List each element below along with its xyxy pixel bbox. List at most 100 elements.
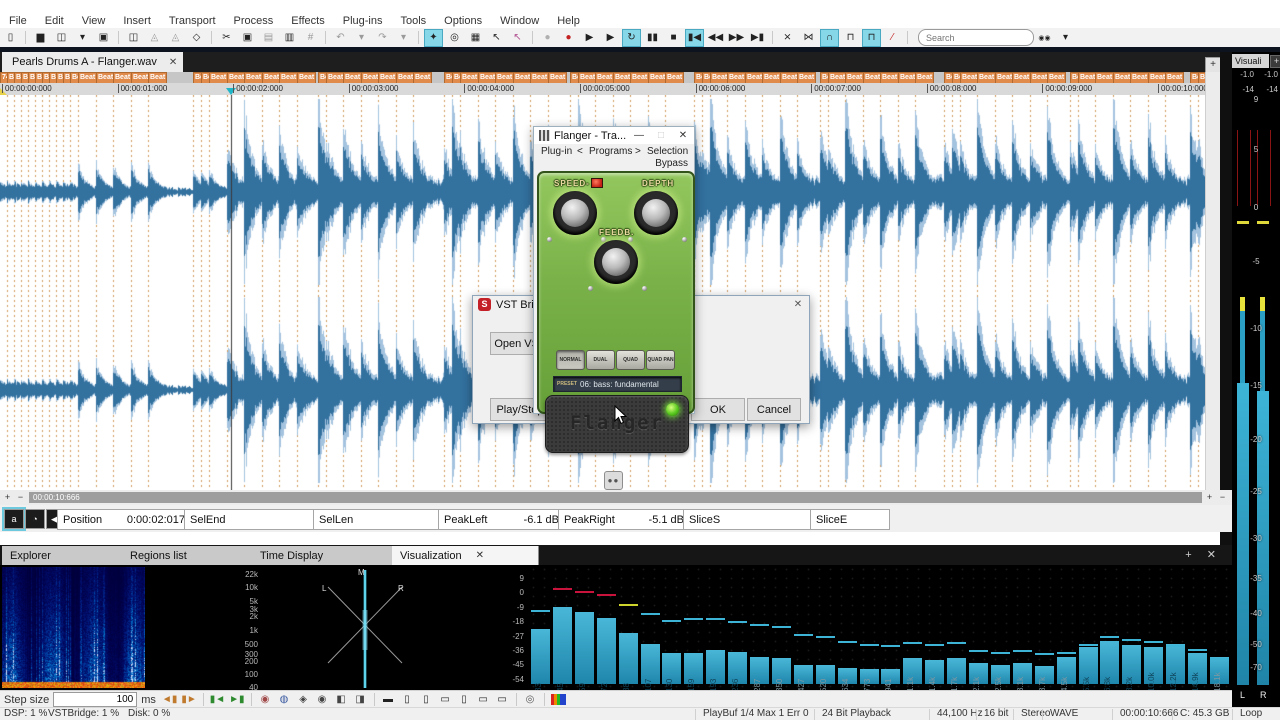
find-dropdown-icon[interactable]: ▾	[1056, 29, 1075, 47]
preset-display[interactable]: PRESET 06: bass: fundamental	[553, 376, 682, 392]
beat-marker-flag[interactable]: Beat	[630, 72, 649, 83]
speaker-right-icon[interactable]: ◨	[353, 693, 368, 707]
beat-marker-flag[interactable]: Beat	[297, 72, 316, 83]
save-all-icon[interactable]: ▣	[94, 29, 113, 47]
beat-marker-flag[interactable]: Beat	[727, 72, 746, 83]
dock-tab-visualization[interactable]: Visualization✕	[392, 546, 539, 565]
beat-marker-flag[interactable]: Beat	[1012, 72, 1031, 83]
menu-help[interactable]: Help	[548, 15, 589, 27]
save-dropdown-icon[interactable]: ▾	[73, 29, 92, 47]
beat-marker-flag[interactable]: Beat	[244, 72, 263, 83]
beat-marker-flag[interactable]: Beat	[762, 72, 781, 83]
beat-marker-flag[interactable]: Beat	[845, 72, 864, 83]
meter-panel-tab[interactable]: Visuali	[1232, 54, 1269, 68]
plugin-close-icon[interactable]: ✕	[672, 130, 694, 141]
mode-button-dual[interactable]: DUAL	[586, 350, 615, 370]
ch2-icon[interactable]: ▯	[419, 693, 434, 707]
monitor-input-icon[interactable]: ◉	[258, 693, 273, 707]
undo-dropdown-icon[interactable]: ▾	[352, 29, 371, 47]
beat-marker-flag[interactable]: Beat	[413, 72, 432, 83]
plugin-menu[interactable]: Plug-in	[541, 146, 572, 157]
beat-marker-flag[interactable]: Beat	[1047, 72, 1066, 83]
zoom-in-button[interactable]: +	[2, 492, 13, 503]
peakright-field[interactable]: PeakRight-5.1 dB	[558, 509, 690, 530]
menu-tools[interactable]: Tools	[391, 15, 435, 27]
zoom-tool-icon[interactable]: ◎	[445, 29, 464, 47]
beat-marker-flag[interactable]: Beat	[915, 72, 934, 83]
side-icon[interactable]: ▭	[495, 693, 510, 707]
monitor-output-icon[interactable]: ◍	[277, 693, 292, 707]
bypass-icon[interactable]: ◉	[315, 693, 330, 707]
scrub-icon[interactable]: ⋈	[799, 29, 818, 47]
slices-field[interactable]: SliceS	[683, 509, 817, 530]
meter-panel-add-icon[interactable]: +	[1270, 55, 1280, 68]
loop-playback-icon[interactable]: ↻	[622, 29, 641, 47]
beat-marker-flag[interactable]: Beat	[1095, 72, 1114, 83]
plugin-maximize-icon[interactable]: □	[650, 130, 672, 141]
vertical-scrollbar[interactable]	[1205, 72, 1221, 490]
crop-icon[interactable]: #	[301, 29, 320, 47]
marker-row[interactable]: 74BeatBeatBeatBeatBeatBeatBeatBeatBeatBe…	[0, 72, 1205, 83]
region-in-icon[interactable]: ▮◄	[210, 693, 225, 707]
tag-icon[interactable]: ◇	[187, 29, 206, 47]
marker-next-icon[interactable]: ▮►	[181, 693, 196, 707]
go-to-end-icon[interactable]: ▶▮	[748, 29, 767, 47]
menu-process[interactable]: Process	[225, 15, 283, 27]
beat-marker-flag[interactable]: Beat	[797, 72, 816, 83]
cancel-button[interactable]: Cancel	[747, 398, 801, 421]
beat-marker-flag[interactable]: Beat	[977, 72, 996, 83]
save-icon[interactable]: ◫	[52, 29, 71, 47]
edit-mode-icon[interactable]: a	[4, 509, 24, 529]
beat-marker-flag[interactable]: Beat	[209, 72, 228, 83]
beat-marker-flag[interactable]: Beat	[665, 72, 684, 83]
menu-effects[interactable]: Effects	[282, 15, 333, 27]
swap-icon[interactable]: ▯	[457, 693, 472, 707]
speaker-left-icon[interactable]: ◧	[334, 693, 349, 707]
region-out-icon[interactable]: ►▮	[229, 693, 244, 707]
paste-new-icon[interactable]: ▥	[280, 29, 299, 47]
zoom-out-button-right[interactable]: −	[1217, 492, 1228, 503]
add-marker-track-button[interactable]: +	[1205, 57, 1221, 73]
menu-edit[interactable]: Edit	[36, 15, 73, 27]
preview-icon[interactable]: ◈	[296, 693, 311, 707]
plugin-titlebar[interactable]: Flanger - Tra... — □ ✕	[534, 127, 694, 144]
copy-icon[interactable]: ▣	[238, 29, 257, 47]
statistics-icon[interactable]: ▦	[466, 29, 485, 47]
menu-view[interactable]: View	[73, 15, 115, 27]
dock-tab-regions-list[interactable]: Regions list	[122, 546, 267, 565]
burn-cd-icon[interactable]: ◎	[523, 693, 538, 707]
mix-icon[interactable]: ▭	[438, 693, 453, 707]
beat-marker-flag[interactable]: Beat	[279, 72, 298, 83]
menu-window[interactable]: Window	[491, 15, 548, 27]
beat-marker-flag[interactable]: Beat	[1130, 72, 1149, 83]
mono-icon[interactable]: ▬	[381, 693, 396, 707]
beat-marker-flag[interactable]: Beat	[148, 72, 167, 83]
plugin-minimize-icon[interactable]: —	[628, 130, 650, 141]
dock-window-controls[interactable]: + ✕	[1185, 548, 1222, 561]
dock-tab-close-icon[interactable]: ✕	[476, 550, 484, 561]
capture-icon[interactable]: ◬	[145, 29, 164, 47]
go-to-start-icon[interactable]: ▮◀	[685, 29, 704, 47]
beat-marker-flag[interactable]: Beat	[78, 72, 97, 83]
bypass-menu[interactable]: Bypass	[655, 158, 688, 169]
ok-button[interactable]: OK	[691, 398, 745, 421]
peakleft-field[interactable]: PeakLeft-6.1 dB	[438, 509, 565, 530]
beat-marker-flag[interactable]: Beat	[595, 72, 614, 83]
mid-icon[interactable]: ▭	[476, 693, 491, 707]
selend-field[interactable]: SelEnd	[184, 509, 320, 530]
position-field[interactable]: Position0:00:02:017	[57, 509, 191, 530]
trim-icon[interactable]: ◫	[124, 29, 143, 47]
open-file-icon[interactable]: ▆	[31, 29, 50, 47]
undo-icon[interactable]: ↶	[331, 29, 350, 47]
menu-insert[interactable]: Insert	[114, 15, 160, 27]
record-icon[interactable]: ●	[559, 29, 578, 47]
mode-button-normal[interactable]: NORMAL	[556, 350, 585, 370]
menu-file[interactable]: File	[0, 15, 36, 27]
horizontal-scrollbar[interactable]: + − 00:00:10:666 + −	[0, 490, 1232, 505]
document-tab-close-icon[interactable]: ✕	[169, 57, 177, 68]
vst-dialog-close-icon[interactable]: ✕	[787, 299, 809, 310]
redo-dropdown-icon[interactable]: ▾	[394, 29, 413, 47]
beat-marker-flag[interactable]: Beat	[113, 72, 132, 83]
feedb-knob[interactable]	[594, 240, 638, 284]
scrollbar-thumb[interactable]: 00:00:10:666	[29, 492, 1202, 503]
